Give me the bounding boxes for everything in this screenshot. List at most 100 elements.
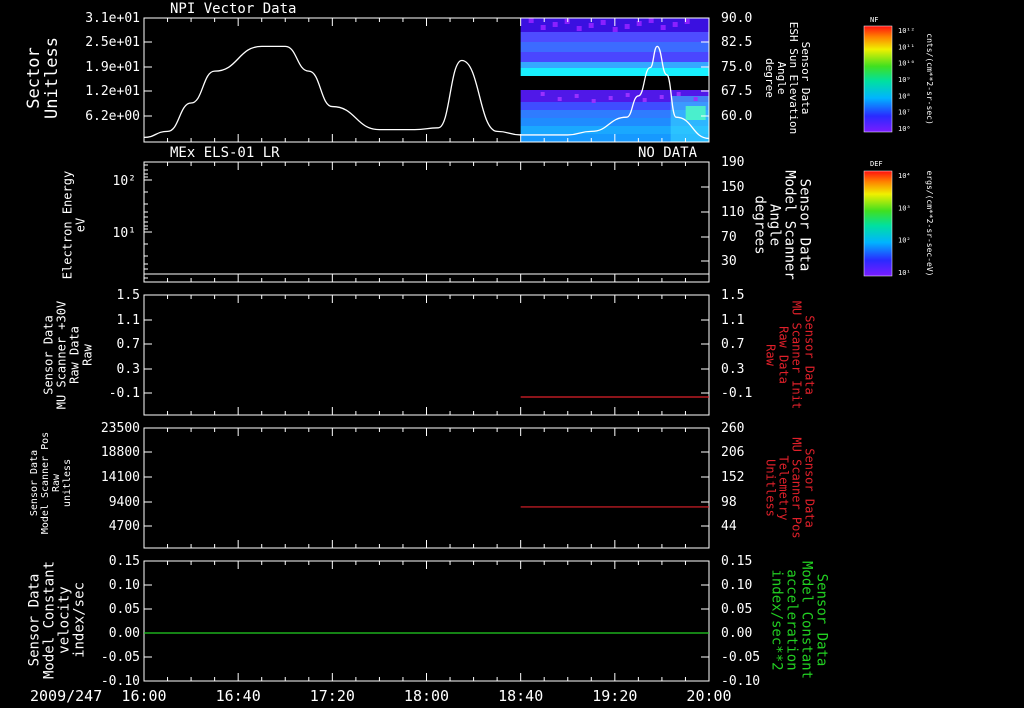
y-tick-label-right: 260 <box>721 421 744 436</box>
y-tick-label: 0.7 <box>117 337 140 352</box>
heatmap-cell <box>672 22 678 27</box>
y-tick-label-right: 152 <box>721 470 744 485</box>
heatmap-cell <box>612 27 618 32</box>
y-tick-label-right: 60.0 <box>721 109 752 124</box>
axis-label-line: Sensor Data <box>42 315 56 394</box>
axis-label-line: Sensor Data <box>802 315 816 394</box>
y-tick-label: 1.1 <box>117 313 140 328</box>
y-tick-label: 0.3 <box>117 362 140 377</box>
heatmap-cell <box>660 25 666 30</box>
heatmap-cell <box>528 18 534 23</box>
axis-label-line: index/sec <box>71 582 87 658</box>
heatmap-cell <box>685 106 706 120</box>
y-tick-label-right: 0.10 <box>721 578 752 593</box>
heatmap-cell <box>693 97 698 101</box>
y-tick-label-right: 98 <box>721 495 737 510</box>
y-axis-label: SectorUnitless <box>24 37 62 119</box>
heatmap-cell <box>591 99 596 103</box>
x-tick-label: 19:20 <box>592 687 637 705</box>
panel-title: MEx ELS-01 LR <box>170 145 280 161</box>
colorbar-units: ergs/(cm**2-sr-sec-eV) <box>925 171 934 277</box>
axis-label-line: Telemetry <box>776 455 790 520</box>
y-tick-label-right: 44 <box>721 519 737 534</box>
y-tick-label: 0.00 <box>109 626 140 641</box>
x-tick-label: 20:00 <box>686 687 731 705</box>
axis-label-line: eV <box>74 218 88 232</box>
axis-label-line: Electron Energy <box>61 171 75 279</box>
heatmap-cell <box>520 42 709 52</box>
heatmap-cell <box>540 25 546 30</box>
y-tick-label: 6.2e+00 <box>85 109 140 124</box>
colorbar-tick-label: 10¹² <box>898 27 915 35</box>
axis-label-line: Model Constant <box>41 561 57 679</box>
panel-4-frame <box>143 427 710 549</box>
colorbar-tick-label: 10¹¹ <box>898 43 915 51</box>
heatmap-cell <box>520 76 709 90</box>
heatmap-cell <box>642 98 647 102</box>
heatmap-cell <box>625 93 630 97</box>
colorbar <box>864 171 892 276</box>
y-axis-label-right: Sensor DataMU Scanner PosTelemetryUnitle… <box>763 437 816 538</box>
y-tick-label-right: 1.1 <box>721 313 744 328</box>
axis-label-line: cnts/(cm**2-sr-sec) <box>925 33 934 125</box>
y-axis-label-right: Sensor DataMU Scanner InitRaw DataRaw <box>763 301 816 409</box>
y-tick-label-right: 30 <box>721 254 737 269</box>
colorbar-tick-label: 10³ <box>898 204 911 212</box>
heatmap-cell <box>608 96 613 100</box>
y-tick-label-right: 0.05 <box>721 602 752 617</box>
y-tick-label: -0.1 <box>109 386 140 401</box>
y-tick-label-right: 0.15 <box>721 554 752 569</box>
axis-label-line: degree <box>763 58 776 98</box>
heatmap-cell <box>600 20 606 25</box>
axis-label-line: ergs/(cm**2-sr-sec-eV) <box>925 171 934 277</box>
heatmap-cell <box>636 21 642 26</box>
y-tick-label-right: 0.3 <box>721 362 744 377</box>
y-tick-label-right: 0.7 <box>721 337 744 352</box>
y-tick-label-right: -0.05 <box>721 650 760 665</box>
y-tick-label: -0.05 <box>101 650 140 665</box>
x-tick-label: 18:00 <box>404 687 449 705</box>
heatmap-cell <box>624 24 630 29</box>
status-label: NO DATA <box>638 145 698 161</box>
colorbar-tick-label: 10² <box>898 237 911 245</box>
axis-label-line: Sensor Data <box>802 448 816 527</box>
heatmap-cell <box>520 62 709 68</box>
panel-5-frame <box>143 560 710 682</box>
y-axis-label: Sensor Data Model Constant velocity index/s… <box>26 561 87 679</box>
y-axis-label: Electron Energy eV <box>61 171 88 279</box>
y-axis-label: Sensor Data MU Scanner +30V Raw Data Raw <box>42 301 95 409</box>
axis-label-line: Raw Data <box>776 326 790 384</box>
heatmap-cell <box>557 97 562 101</box>
axis-label-line: Model Scanner Pos <box>40 432 51 534</box>
y-tick-label-right: 110 <box>721 205 744 220</box>
y-axis-label-right: Sensor DataESH Sun ElevationAngledegree <box>763 22 812 135</box>
y-tick-label-right: 67.5 <box>721 84 752 99</box>
heatmap-cell <box>659 95 664 99</box>
heatmap-cell <box>520 52 709 62</box>
axis-label-line: Sector <box>24 47 44 108</box>
y-axis-label-right: Sensor DataModel Constantaccelerationind… <box>769 561 830 679</box>
y-tick-label: 0.05 <box>109 602 140 617</box>
axis-label-line: Unitless <box>42 37 62 119</box>
y-tick-label: 23500 <box>101 421 140 436</box>
colorbar-units: cnts/(cm**2-sr-sec) <box>925 33 934 125</box>
y-tick-label: 3.1e+01 <box>85 11 140 26</box>
y-tick-label: 4700 <box>109 519 140 534</box>
colorbar-tick-label: 10⁹ <box>898 76 911 84</box>
panel-title: NPI Vector Data <box>170 1 296 17</box>
y-axis-label-right: Sensor DataModel ScannerAngledegrees <box>752 170 813 280</box>
x-tick-label: 17:20 <box>310 687 355 705</box>
x-tick-label: 16:00 <box>121 687 166 705</box>
heatmap-cell <box>520 68 709 76</box>
heatmap-cell <box>676 92 681 96</box>
axis-label-line: Model Scanner <box>782 170 798 280</box>
colorbar-label: NF <box>870 16 878 24</box>
colorbar-tick-label: 10¹⁰ <box>898 60 915 68</box>
y-tick-label-right: 150 <box>721 180 744 195</box>
axis-label-line: MU Scanner Init <box>789 301 803 409</box>
axis-label-line: degrees <box>752 195 768 254</box>
axis-label-line: MU Scanner Pos <box>789 437 803 538</box>
date-label: 2009/247 <box>30 687 102 705</box>
x-tick-label: 16:40 <box>216 687 261 705</box>
axis-label-line: acceleration <box>784 569 800 670</box>
